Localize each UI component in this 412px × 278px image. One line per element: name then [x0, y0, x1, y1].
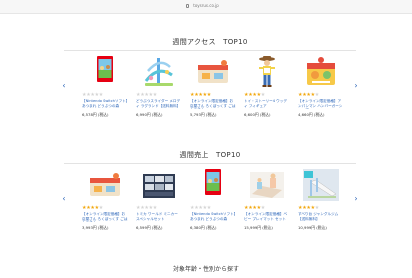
- playset-icon: [302, 55, 340, 89]
- section-divider: [64, 163, 356, 164]
- product-name[interactable]: 【Nintendo Switchソフト】あつまれ どうぶつの森: [82, 99, 128, 109]
- product-card[interactable]: ★★★★★ トミカ ワールド ミニカー スペシャルセット 6,599円 (税込): [136, 168, 182, 238]
- product-price: 15,999円 (税込): [244, 224, 273, 230]
- section-divider: [64, 50, 356, 51]
- product-price: 6,600円 (税込): [244, 111, 271, 117]
- product-card[interactable]: ★★★★★ 【オンライン限定価格】アンパンマン ハンバーガーショップ 4,660…: [298, 55, 344, 125]
- product-name[interactable]: 【Nintendo Switchソフト】あつまれ どうぶつの森: [190, 212, 236, 222]
- weekly-sales-section: 週間売上 TOP10 ‹ ★★★★★ 【オンライン限定価格】お店屋さん ろくぼっ…: [62, 149, 358, 238]
- star-icon: ★: [152, 92, 158, 98]
- product-card[interactable]: ★★★★★ 【オンライン限定価格】ベビー プレイマット セット 15,999円 …: [244, 168, 290, 238]
- minicar-set-icon: [140, 168, 178, 202]
- product-price: 3,993円 (税込): [82, 224, 109, 230]
- star-icon: ★: [98, 205, 104, 211]
- star-icon: ★: [314, 92, 320, 98]
- product-name[interactable]: 【オンライン限定価格】アンパンマン ハンバーガーショップ: [298, 99, 344, 109]
- slide-toy-icon: [302, 168, 340, 202]
- rating-stars: ★★★★★: [244, 205, 290, 211]
- star-icon: ★: [206, 92, 212, 98]
- product-name[interactable]: 【オンライン限定価格】お店屋さん ろくぼっくす ごはんやさん: [82, 212, 128, 222]
- product-name[interactable]: 【オンライン限定価格】ベビー プレイマット セット: [244, 212, 290, 222]
- browser-address-bar[interactable]: toysrus.co.jp: [0, 0, 412, 14]
- product-card[interactable]: ★★★★★ すべり台 ジャングルジム【送料無料】 10,999円 (税込): [298, 168, 344, 238]
- play-mat-icon: [248, 168, 286, 202]
- product-name[interactable]: すべり台 ジャングルジム【送料無料】: [298, 212, 344, 222]
- product-price: 4,660円 (税込): [298, 111, 325, 117]
- rating-stars: ★★★★★: [136, 205, 182, 211]
- product-name[interactable]: トミカ ワールド ミニカー スペシャルセット: [136, 212, 182, 222]
- product-list: ★★★★★ 【オンライン限定価格】お店屋さん ろくぼっくす ごはんやさん 3,9…: [82, 168, 344, 238]
- kids-shop-icon: [86, 168, 124, 202]
- rating-stars: ★★★★★: [82, 205, 128, 211]
- game-box-icon: [86, 55, 124, 89]
- url-text: toysrus.co.jp: [193, 3, 219, 8]
- star-icon: ★: [260, 205, 266, 211]
- product-name[interactable]: どうぶつスライダー メロディ ラグランド【送料無料】: [136, 99, 182, 109]
- rating-stars: ★★★★★: [136, 92, 182, 98]
- product-price: 10,999円 (税込): [298, 224, 327, 230]
- age-gender-search-title: 対象年齢・性別から探す: [172, 266, 239, 273]
- product-card[interactable]: ★★★★★ 【オンライン限定価格】お店屋さん ろくぼっくす ごはんやさん 3,9…: [82, 168, 128, 238]
- star-icon: ★: [314, 205, 320, 211]
- product-name[interactable]: トイ・ストーリー4 ウッディ フィギュア: [244, 99, 290, 109]
- product-card[interactable]: ★★★★★ 【オンライン限定価格】お店屋さん ろくぼっくす ごはんやさん 5,7…: [190, 55, 236, 125]
- product-card[interactable]: ★★★★★ 【Nintendo Switchソフト】あつまれ どうぶつの森 6,…: [190, 168, 236, 238]
- carousel-prev-arrow-icon[interactable]: ‹: [60, 194, 68, 204]
- product-card[interactable]: ★★★★★ 【Nintendo Switchソフト】あつまれ どうぶつの森 6,…: [82, 55, 128, 125]
- weekly-sales-carousel: ‹ ★★★★★ 【オンライン限定価格】お店屋さん ろくぼっくす ごはんやさん 3…: [62, 168, 358, 238]
- product-price: 6,578円 (税込): [82, 111, 109, 117]
- product-list: ★★★★★ 【Nintendo Switchソフト】あつまれ どうぶつの森 6,…: [82, 55, 344, 125]
- weekly-access-title: 週間アクセス TOP10: [172, 38, 248, 46]
- weekly-access-section: 週間アクセス TOP10 ‹ ★★★★★ 【Nintendo Switchソフト…: [62, 36, 358, 125]
- rating-stars: ★★★★★: [298, 92, 344, 98]
- star-icon: ★: [206, 205, 212, 211]
- star-icon: ★: [260, 92, 266, 98]
- star-icon: ★: [152, 205, 158, 211]
- product-price: 6,990円 (税込): [136, 111, 163, 117]
- cowboy-figure-icon: [248, 55, 286, 89]
- weekly-access-carousel: ‹ ★★★★★ 【Nintendo Switchソフト】あつまれ どうぶつの森 …: [62, 55, 358, 125]
- carousel-next-arrow-icon[interactable]: ›: [352, 194, 360, 204]
- product-card[interactable]: ★★★★★ トイ・ストーリー4 ウッディ フィギュア 6,600円 (税込): [244, 55, 290, 125]
- rating-stars: ★★★★★: [298, 205, 344, 211]
- kids-shop-icon: [194, 55, 232, 89]
- product-price: 6,380円 (税込): [190, 224, 217, 230]
- product-card[interactable]: ★★★★★ どうぶつスライダー メロディ ラグランド【送料無料】 6,990円 …: [136, 55, 182, 125]
- product-price: 6,599円 (税込): [136, 224, 163, 230]
- rating-stars: ★★★★★: [190, 205, 236, 211]
- weekly-sales-title: 週間売上 TOP10: [179, 151, 241, 159]
- product-price: 5,793円 (税込): [190, 111, 217, 117]
- carousel-prev-arrow-icon[interactable]: ‹: [60, 81, 68, 91]
- product-name[interactable]: 【オンライン限定価格】お店屋さん ろくぼっくす ごはんやさん: [190, 99, 236, 109]
- rating-stars: ★★★★★: [82, 92, 128, 98]
- star-icon: ★: [98, 92, 104, 98]
- rating-stars: ★★★★★: [190, 92, 236, 98]
- carousel-next-arrow-icon[interactable]: ›: [352, 81, 360, 91]
- game-box-icon: [194, 168, 232, 202]
- rating-stars: ★★★★★: [244, 92, 290, 98]
- slider-toy-icon: [140, 55, 178, 89]
